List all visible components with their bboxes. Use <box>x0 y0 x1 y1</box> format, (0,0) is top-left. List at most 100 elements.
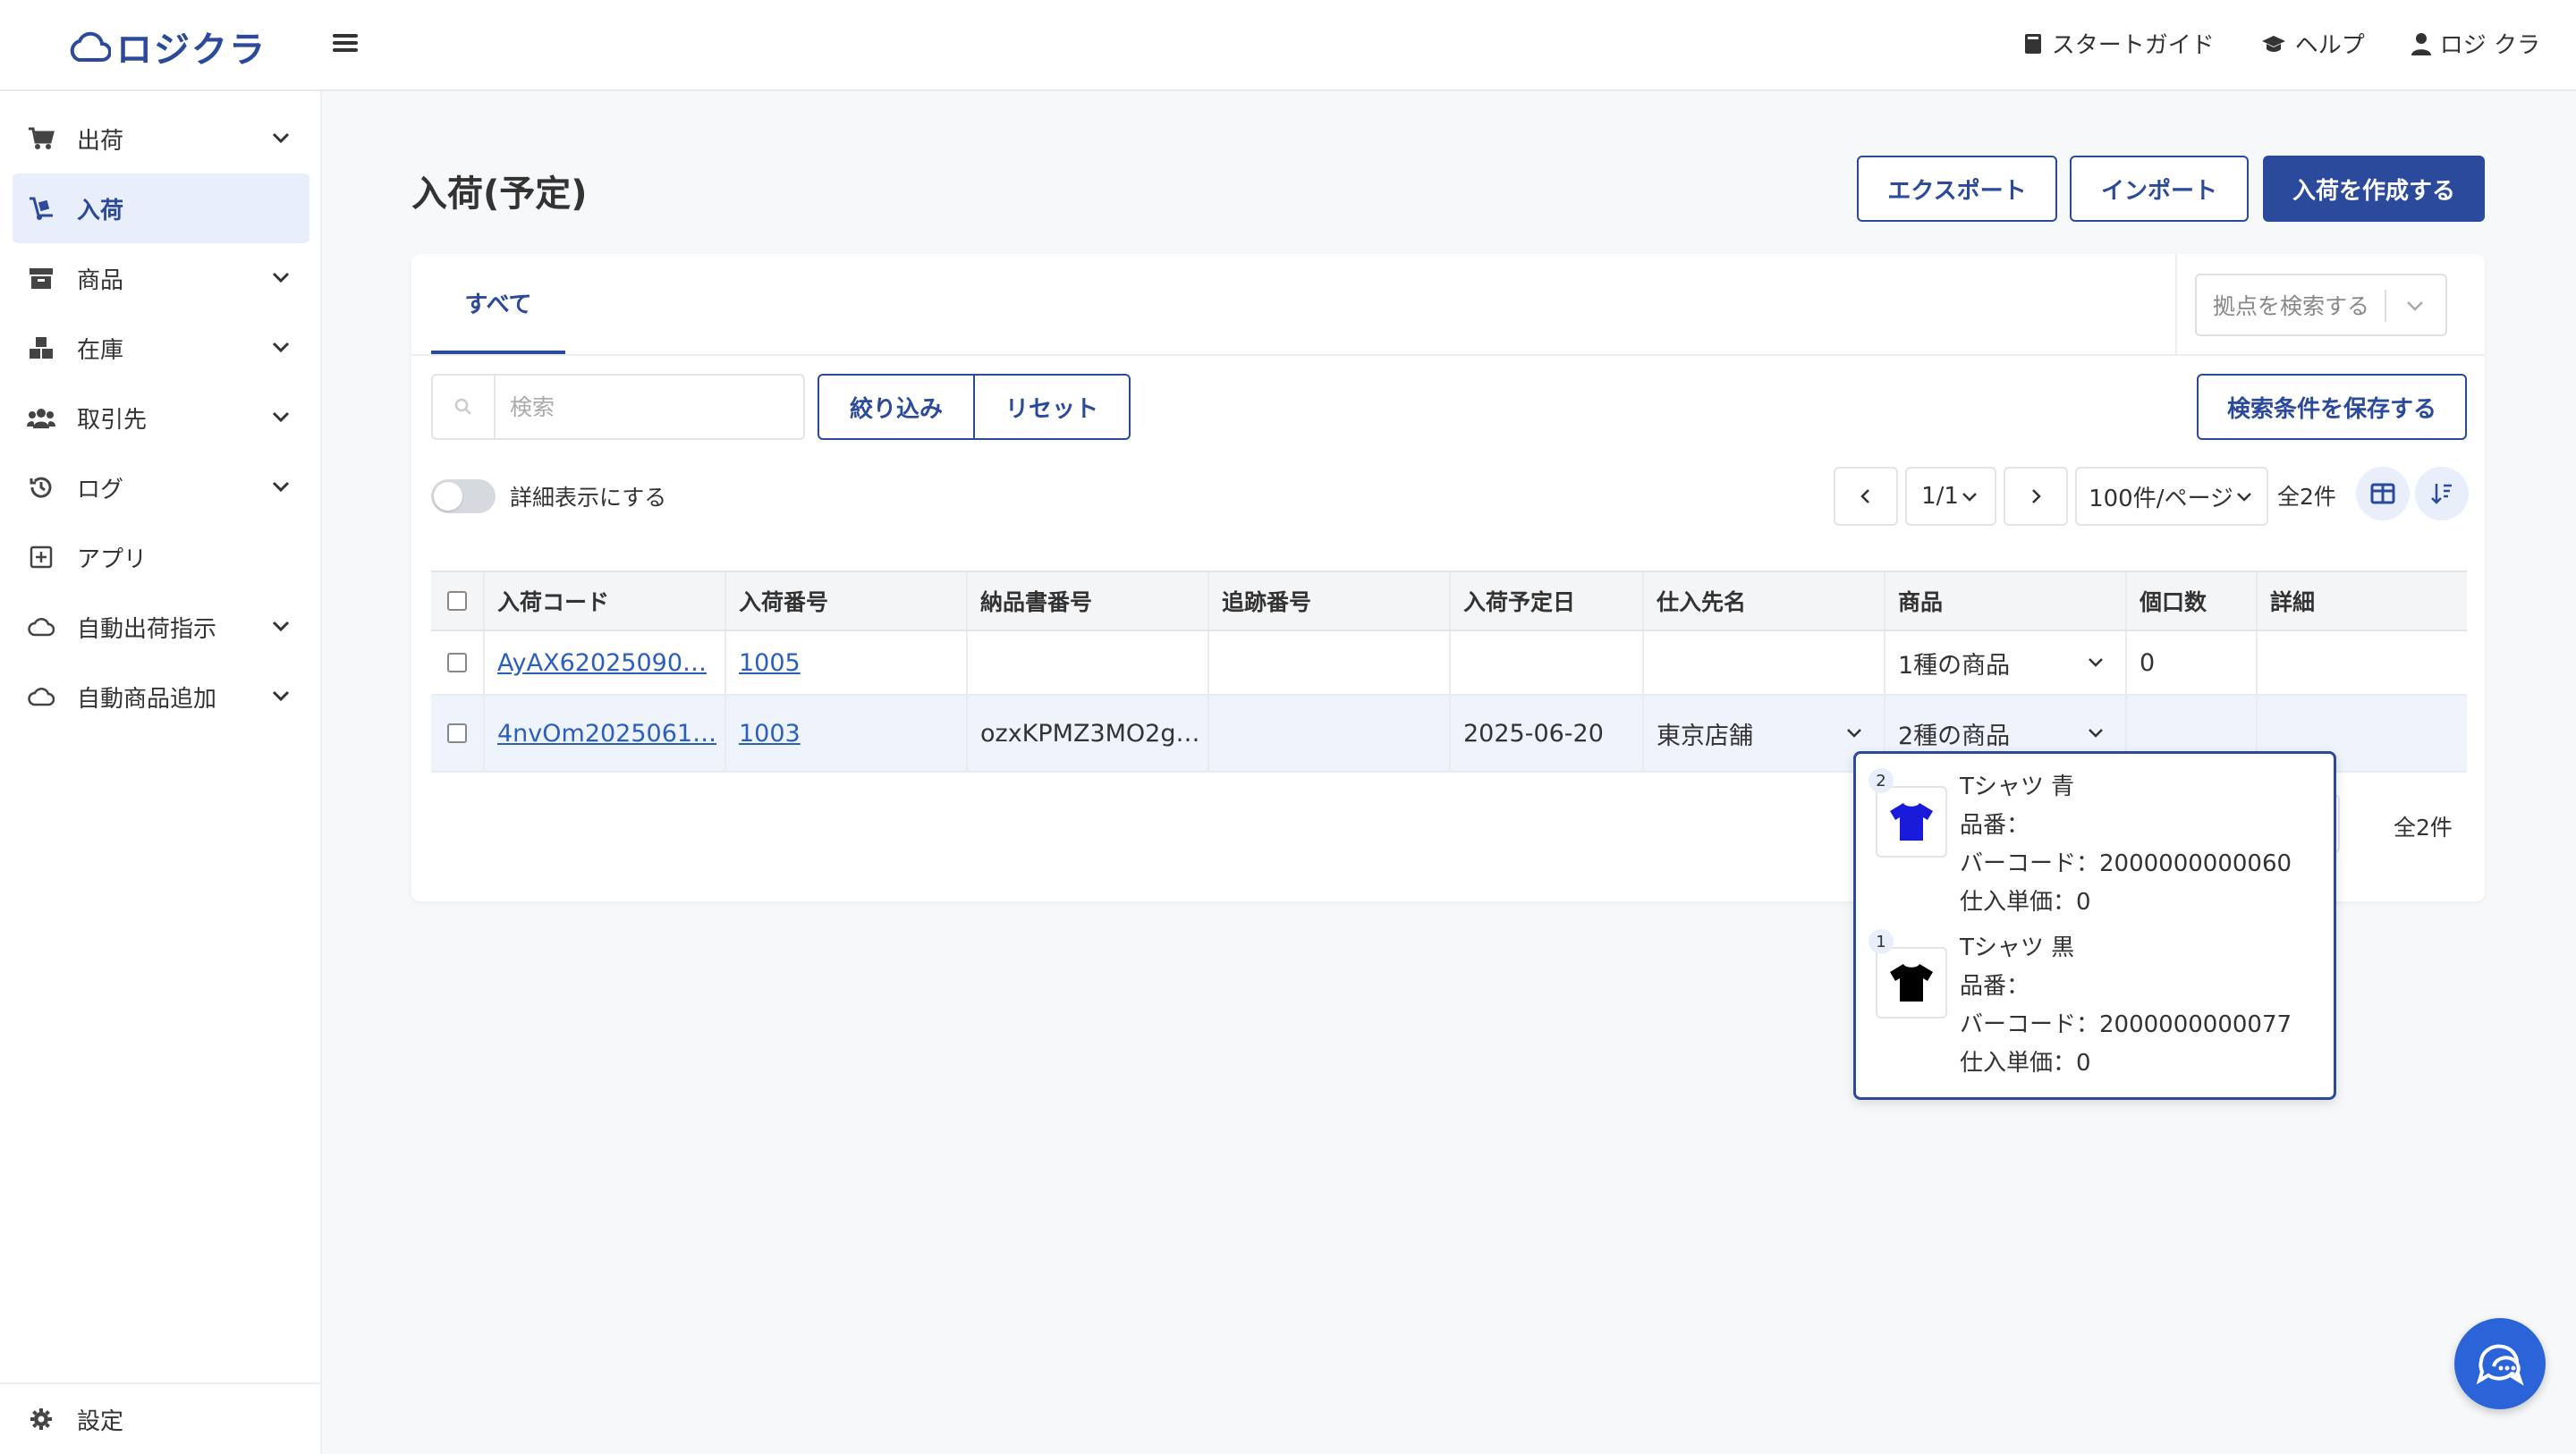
header-date[interactable]: 入荷予定日 <box>1451 572 1644 630</box>
products-summary: 2種の商品 <box>1898 722 2011 750</box>
users-icon <box>25 402 57 434</box>
start-guide-link[interactable]: スタートガイド <box>2023 27 2215 60</box>
header-tracking[interactable]: 追跡番号 <box>1209 572 1451 630</box>
code-link[interactable]: 4nvOm2025061… <box>497 720 716 748</box>
table-header: 入荷コード 入荷番号 納品書番号 追跡番号 入荷予定日 仕入先名 商品 個口数 … <box>431 571 2467 631</box>
logo[interactable]: ロジクラ <box>68 25 267 71</box>
export-button[interactable]: エクスポート <box>1857 156 2057 222</box>
chat-button[interactable] <box>2454 1318 2546 1409</box>
number-link[interactable]: 1003 <box>739 720 801 748</box>
product-thumbnail <box>1876 786 1947 858</box>
popover-product-item: 1 Tシャツ 黒 品番： バーコード：2000000000077 仕入単価：0 <box>1868 929 2323 1090</box>
user-name: ロジ クラ <box>2439 32 2540 59</box>
sidebar-item-label: 出荷 <box>77 127 124 155</box>
products-cell[interactable]: 1種の商品 <box>1885 631 2127 694</box>
help-link[interactable]: ヘルプ <box>2261 27 2365 60</box>
row-checkbox[interactable] <box>447 653 467 672</box>
sidebar-item-label: ログ <box>77 476 124 503</box>
sidebar-item-shipping[interactable]: 出荷 <box>13 104 309 173</box>
supplier-cell <box>1644 631 1885 694</box>
date-cell: 2025-06-20 <box>1451 696 1644 771</box>
boxes-icon <box>25 332 57 364</box>
chevron-down-icon[interactable] <box>1843 722 1866 745</box>
sidebar-item-settings[interactable]: 設定 <box>13 1384 309 1454</box>
sidebar-item-receiving[interactable]: 入荷 <box>13 173 309 243</box>
number-cell: 1003 <box>726 696 968 771</box>
column-settings-button[interactable] <box>2356 467 2410 520</box>
header-detail[interactable]: 詳細 <box>2258 572 2467 630</box>
chevron-down-icon[interactable] <box>2084 722 2107 745</box>
product-sku: 品番： <box>1960 812 2030 839</box>
header-invoice[interactable]: 納品書番号 <box>968 572 1209 630</box>
chevron-down-icon <box>1962 493 1977 502</box>
top-header: ロジクラ スタートガイド ヘルプ ロジ クラ <box>0 0 2576 91</box>
code-link[interactable]: AyAX62025090… <box>497 649 707 677</box>
product-thumbnail <box>1876 947 1947 1019</box>
sort-icon <box>2431 484 2452 504</box>
sort-button[interactable] <box>2415 467 2469 520</box>
chevron-down-icon <box>272 411 290 423</box>
search-input[interactable] <box>497 376 801 438</box>
chevron-right-icon <box>2032 489 2041 503</box>
supplier-cell[interactable]: 東京店舗 <box>1644 696 1885 771</box>
detail-toggle[interactable] <box>431 479 496 513</box>
row-checkbox-cell <box>431 696 485 771</box>
supplier-name: 東京店舗 <box>1657 722 1753 750</box>
sidebar-item-label: 商品 <box>77 266 124 294</box>
sidebar-item-auto-shipping[interactable]: 自動出荷指示 <box>13 592 309 662</box>
import-button[interactable]: インポート <box>2070 156 2249 222</box>
location-separator <box>2175 254 2177 354</box>
product-sku: 品番： <box>1960 973 2030 1000</box>
tab-all[interactable]: すべて <box>431 254 565 354</box>
header-code[interactable]: 入荷コード <box>485 572 726 630</box>
product-cost: 仕入単価：0 <box>1960 1050 2091 1077</box>
tracking-cell <box>1209 631 1451 694</box>
sidebar-item-label: 入荷 <box>77 197 124 224</box>
header-number[interactable]: 入荷番号 <box>726 572 968 630</box>
header-packages[interactable]: 個口数 <box>2127 572 2258 630</box>
user-menu[interactable]: ロジ クラ <box>2411 27 2540 60</box>
sidebar-item-logs[interactable]: ログ <box>13 452 309 522</box>
chevron-down-icon <box>272 132 290 144</box>
chevron-left-icon <box>1860 489 1869 503</box>
cart-icon <box>25 123 57 155</box>
sidebar-item-products[interactable]: 商品 <box>13 243 309 313</box>
toggle-knob <box>434 482 462 511</box>
bottom-total-count: 全2件 <box>2394 815 2453 841</box>
prev-page-button[interactable] <box>1834 467 1898 526</box>
number-link[interactable]: 1005 <box>739 649 801 677</box>
start-guide-label: スタートガイド <box>2051 32 2215 59</box>
chevron-down-icon[interactable] <box>2084 651 2107 674</box>
sidebar-item-inventory[interactable]: 在庫 <box>13 313 309 383</box>
detail-toggle-row: 詳細表示にする <box>431 479 666 513</box>
dolly-icon <box>25 192 57 224</box>
narrow-filter-button[interactable]: 絞り込み <box>818 374 975 440</box>
per-page-select[interactable]: 100件/ページ <box>2075 467 2268 526</box>
detail-toggle-label: 詳細表示にする <box>510 485 667 511</box>
sidebar-item-partners[interactable]: 取引先 <box>13 383 309 452</box>
location-select[interactable]: 拠点を検索する <box>2195 274 2447 336</box>
select-all-checkbox[interactable] <box>447 591 467 611</box>
product-name: Tシャツ 黒 <box>1960 934 2075 961</box>
popover-product-item: 2 Tシャツ 青 品番： バーコード：2000000000060 仕入単価：0 <box>1868 768 2323 929</box>
create-receiving-button[interactable]: 入荷を作成する <box>2263 156 2485 222</box>
page-select[interactable]: 1/1 <box>1905 467 1996 526</box>
header-supplier[interactable]: 仕入先名 <box>1644 572 1885 630</box>
gear-icon <box>25 1403 57 1435</box>
number-cell: 1005 <box>726 631 968 694</box>
menu-toggle-icon[interactable] <box>333 30 358 55</box>
sidebar-item-auto-product[interactable]: 自動商品追加 <box>13 662 309 731</box>
select-separator <box>2385 290 2386 322</box>
next-page-button[interactable] <box>2004 467 2068 526</box>
reset-filter-button[interactable]: リセット <box>975 374 1131 440</box>
sidebar: 出荷 入荷 商品 在庫 取引先 ログ アプリ 自動出荷指示 自動商品追加 設定 <box>0 91 322 1454</box>
detail-cell <box>2258 631 2467 694</box>
save-search-button[interactable]: 検索条件を保存する <box>2197 374 2467 440</box>
book-icon <box>2024 33 2041 54</box>
header-products[interactable]: 商品 <box>1885 572 2127 630</box>
row-checkbox[interactable] <box>447 723 467 743</box>
sidebar-item-apps[interactable]: アプリ <box>13 522 309 592</box>
product-cost: 仕入単価：0 <box>1960 889 2091 916</box>
chevron-down-icon <box>272 621 290 632</box>
graduation-cap-icon <box>2261 35 2285 52</box>
